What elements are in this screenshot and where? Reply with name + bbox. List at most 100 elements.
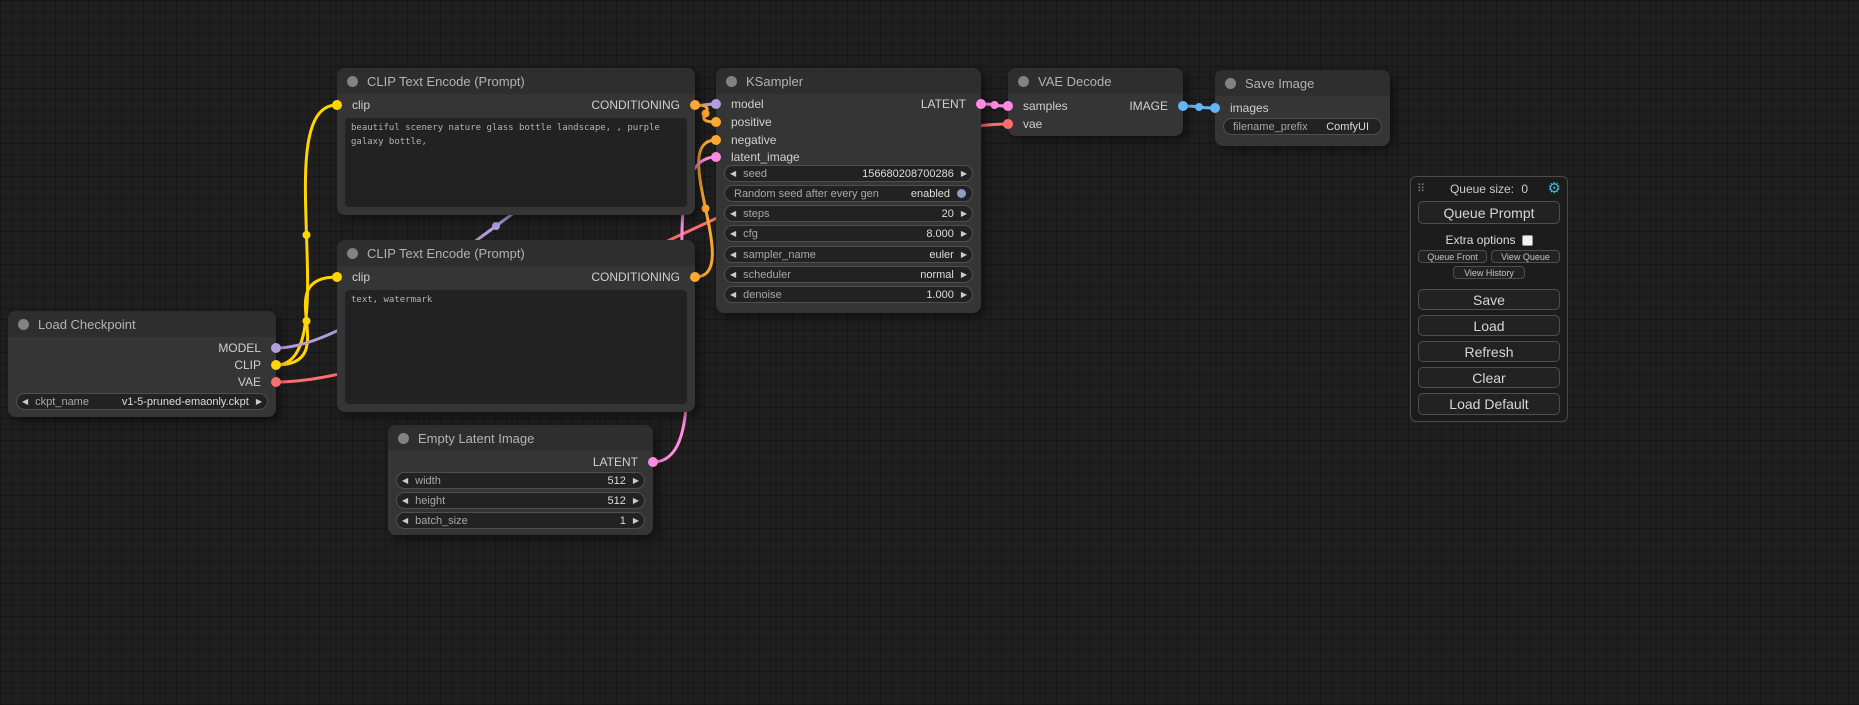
load-default-button[interactable]: Load Default [1418,393,1560,415]
output-label-conditioning: CONDITIONING [591,98,680,112]
input-port-latent-image[interactable] [711,152,721,162]
input-port-clip[interactable] [332,100,342,110]
output-port-conditioning[interactable] [690,100,700,110]
link-dot-positive[interactable] [702,110,710,118]
prev-arrow-icon[interactable]: ◀ [402,497,408,505]
node-title-bar[interactable]: Load Checkpoint [8,311,276,337]
node-clip-text-encode-negative[interactable]: CLIP Text Encode (Prompt) clip CONDITION… [337,240,695,412]
prev-arrow-icon[interactable]: ◀ [730,210,736,218]
node-graph-canvas[interactable]: Load Checkpoint MODEL CLIP VAE ◀ ckpt_na… [0,0,1859,705]
node-empty-latent-image[interactable]: Empty Latent Image LATENT ◀ width 512 ▶ … [388,425,653,535]
widget-ckpt-name[interactable]: ◀ ckpt_name v1-5-pruned-emaonly.ckpt ▶ [16,393,268,410]
save-button[interactable]: Save [1418,289,1560,310]
widget-width[interactable]: ◀ width 512 ▶ [396,472,645,489]
toggle-dot-icon[interactable] [957,189,966,198]
next-arrow-icon[interactable]: ▶ [961,271,967,279]
next-arrow-icon[interactable]: ▶ [961,291,967,299]
link-dot-clip-negative[interactable] [303,317,311,325]
output-label-model: MODEL [218,341,261,355]
queue-prompt-button[interactable]: Queue Prompt [1418,201,1560,224]
input-port-negative[interactable] [711,135,721,145]
next-arrow-icon[interactable]: ▶ [961,210,967,218]
widget-seed[interactable]: ◀ seed 156680208700286 ▶ [724,165,973,182]
output-port-model[interactable] [271,343,281,353]
collapse-dot-icon[interactable] [347,76,358,87]
output-port-clip[interactable] [271,360,281,370]
node-title-bar[interactable]: VAE Decode [1008,68,1183,94]
collapse-dot-icon[interactable] [726,76,737,87]
collapse-dot-icon[interactable] [398,433,409,444]
settings-gear-icon[interactable]: ⚙ [1548,179,1561,197]
node-title-bar[interactable]: KSampler [716,68,981,94]
prompt-textarea[interactable]: beautiful scenery nature glass bottle la… [345,118,687,207]
link-dot-clip-positive[interactable] [303,231,311,239]
node-title-bar[interactable]: Save Image [1215,70,1390,96]
collapse-dot-icon[interactable] [18,319,29,330]
output-label-latent: LATENT [593,455,638,469]
load-button[interactable]: Load [1418,315,1560,336]
widget-height[interactable]: ◀ height 512 ▶ [396,492,645,509]
output-port-latent[interactable] [976,99,986,109]
node-save-image[interactable]: Save Image images filename_prefix ComfyU… [1215,70,1390,146]
prompt-textarea[interactable]: text, watermark [345,290,687,404]
node-clip-text-encode-positive[interactable]: CLIP Text Encode (Prompt) clip CONDITION… [337,68,695,215]
widget-batch-size[interactable]: ◀ batch_size 1 ▶ [396,512,645,529]
node-load-checkpoint[interactable]: Load Checkpoint MODEL CLIP VAE ◀ ckpt_na… [8,311,276,417]
queue-panel[interactable]: ⠿ Queue size: 0 ⚙ Queue Prompt Extra opt… [1410,176,1568,422]
node-title-bar[interactable]: Empty Latent Image [388,425,653,451]
node-title-bar[interactable]: CLIP Text Encode (Prompt) [337,240,695,266]
extra-options-checkbox[interactable] [1522,235,1533,246]
extra-options-label: Extra options [1445,233,1515,247]
link-dot-latent-ksampler[interactable] [991,101,999,109]
output-port-conditioning[interactable] [690,272,700,282]
link-dot-image[interactable] [1195,103,1203,111]
widget-denoise[interactable]: ◀ denoise 1.000 ▶ [724,286,973,303]
clear-button[interactable]: Clear [1418,367,1560,388]
queue-front-button[interactable]: Queue Front [1418,250,1487,263]
next-arrow-icon[interactable]: ▶ [961,170,967,178]
prev-arrow-icon[interactable]: ◀ [730,170,736,178]
refresh-button[interactable]: Refresh [1418,341,1560,362]
widget-cfg[interactable]: ◀ cfg 8.000 ▶ [724,225,973,242]
widget-filename-prefix[interactable]: filename_prefix ComfyUI [1223,118,1382,135]
link-dot-negative[interactable] [702,205,710,213]
node-ksampler[interactable]: KSampler model positive negative latent_… [716,68,981,313]
node-title: CLIP Text Encode (Prompt) [367,246,525,261]
next-arrow-icon[interactable]: ▶ [633,517,639,525]
prev-arrow-icon[interactable]: ◀ [730,271,736,279]
next-arrow-icon[interactable]: ▶ [633,477,639,485]
prev-arrow-icon[interactable]: ◀ [730,230,736,238]
collapse-dot-icon[interactable] [1018,76,1029,87]
output-port-latent[interactable] [648,457,658,467]
prev-arrow-icon[interactable]: ◀ [402,477,408,485]
node-vae-decode[interactable]: VAE Decode samples vae IMAGE [1008,68,1183,136]
widget-random-seed-toggle[interactable]: Random seed after every gen enabled [724,185,973,202]
next-arrow-icon[interactable]: ▶ [961,251,967,259]
prev-arrow-icon[interactable]: ◀ [22,398,28,406]
input-port-images[interactable] [1210,103,1220,113]
collapse-dot-icon[interactable] [1225,78,1236,89]
next-arrow-icon[interactable]: ▶ [961,230,967,238]
input-port-samples[interactable] [1003,101,1013,111]
prev-arrow-icon[interactable]: ◀ [730,291,736,299]
output-port-image[interactable] [1178,101,1188,111]
output-port-vae[interactable] [271,377,281,387]
input-port-clip[interactable] [332,272,342,282]
input-port-model[interactable] [711,99,721,109]
node-title-bar[interactable]: CLIP Text Encode (Prompt) [337,68,695,94]
link-dot-model[interactable] [492,222,500,230]
widget-steps[interactable]: ◀ steps 20 ▶ [724,205,973,222]
widget-scheduler[interactable]: ◀ scheduler normal ▶ [724,266,973,283]
widget-sampler-name[interactable]: ◀ sampler_name euler ▶ [724,246,973,263]
view-history-button[interactable]: View History [1453,266,1525,279]
input-port-vae[interactable] [1003,119,1013,129]
prev-arrow-icon[interactable]: ◀ [730,251,736,259]
view-queue-button[interactable]: View Queue [1491,250,1560,263]
widget-label: steps [743,208,941,220]
widget-label: sampler_name [743,249,929,261]
next-arrow-icon[interactable]: ▶ [256,398,262,406]
input-port-positive[interactable] [711,117,721,127]
next-arrow-icon[interactable]: ▶ [633,497,639,505]
collapse-dot-icon[interactable] [347,248,358,259]
prev-arrow-icon[interactable]: ◀ [402,517,408,525]
